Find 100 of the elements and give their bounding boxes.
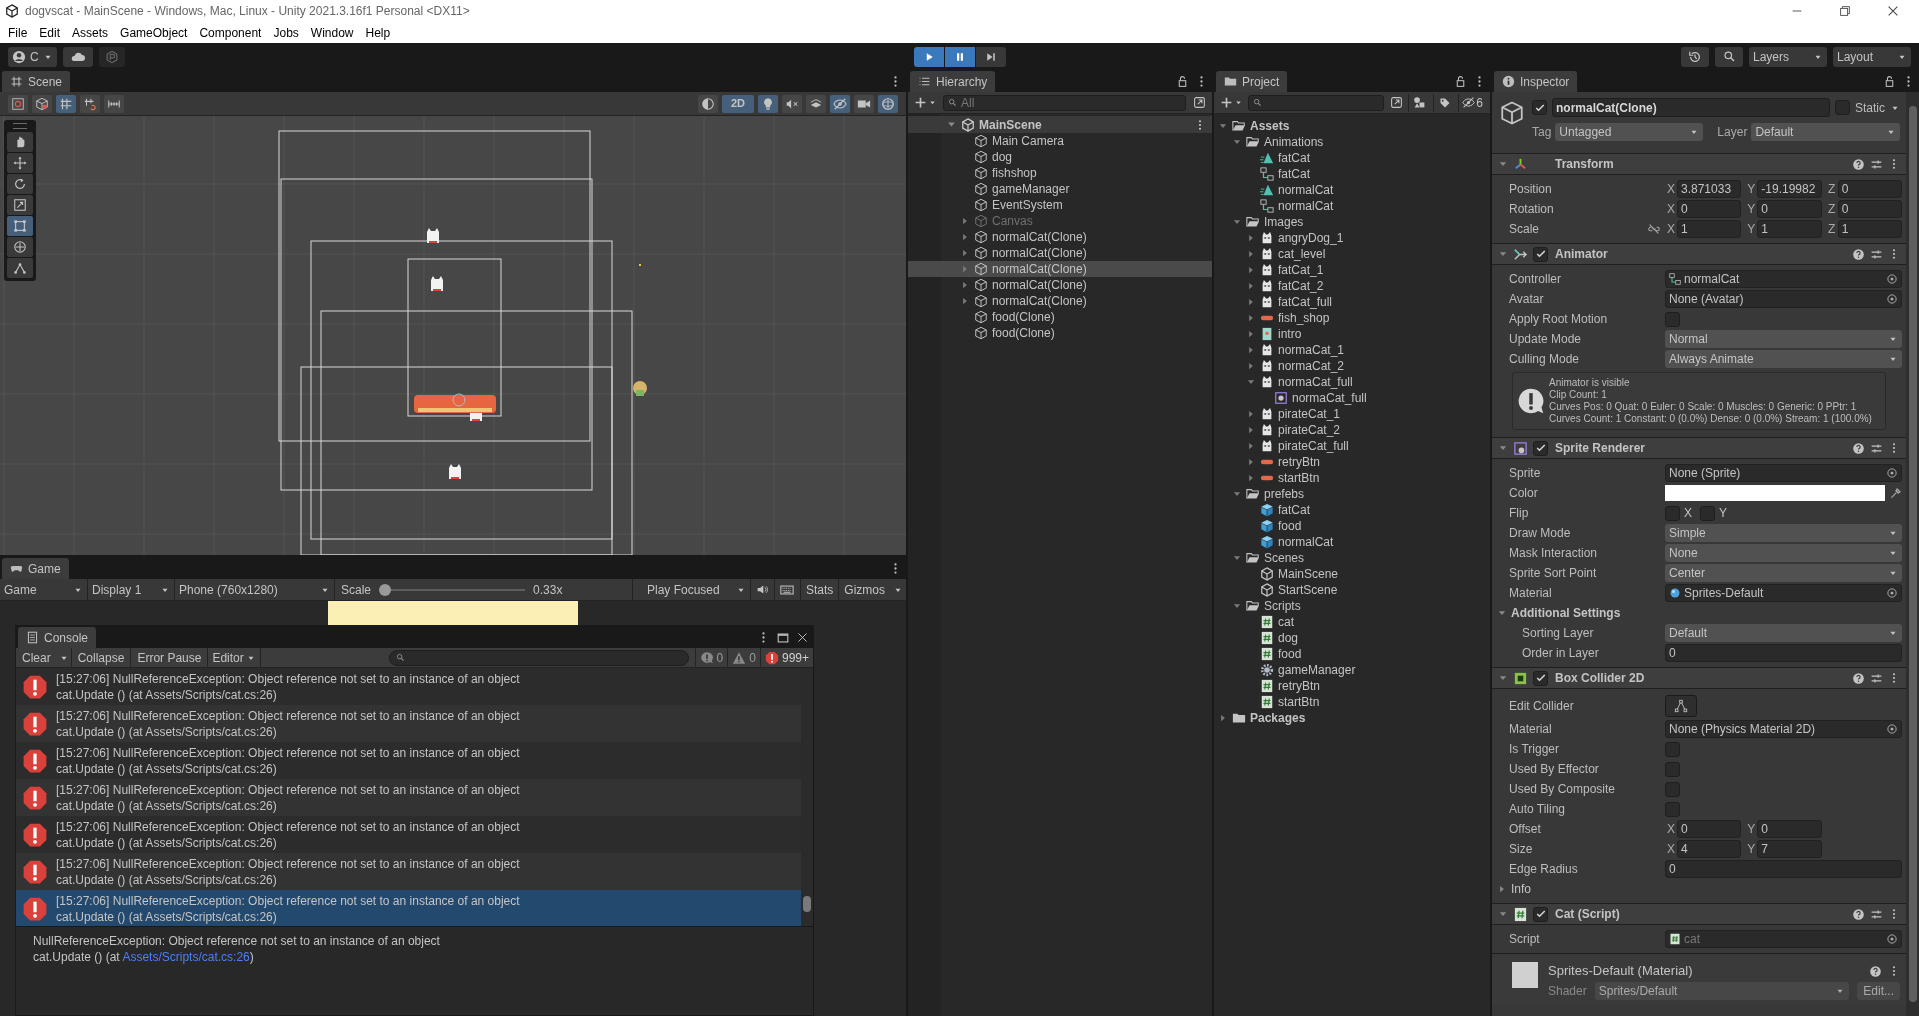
rect-tool-button[interactable]: [7, 216, 33, 236]
warning-count-toggle[interactable]: 0: [727, 648, 760, 667]
component-header[interactable]: Box Collider 2D: [1492, 667, 1906, 689]
number-field[interactable]: 7: [1757, 840, 1822, 858]
increment-snap-button[interactable]: [80, 94, 100, 113]
hierarchy-item[interactable]: normalCat(Clone): [908, 293, 1212, 309]
hierarchy-item[interactable]: fishshop: [908, 165, 1212, 181]
hidden-eye-button[interactable]: [830, 94, 850, 113]
object-picker-icon[interactable]: [1886, 293, 1898, 305]
menu-item[interactable]: Assets: [66, 23, 115, 42]
presets-icon[interactable]: [1870, 157, 1883, 171]
inspector-tab[interactable]: Inspector: [1494, 71, 1578, 92]
checkbox[interactable]: [1665, 801, 1680, 817]
enable-checkbox[interactable]: [1533, 670, 1548, 686]
component-header[interactable]: Sprite Renderer: [1492, 437, 1906, 459]
log-entry[interactable]: [15:27:06] NullReferenceException: Object reference not set to an instance of an object cat.Update () (at Assets/Scripts/cat.cs:26): [16, 742, 801, 779]
aspect-dropdown[interactable]: Phone (760x1280): [175, 579, 335, 600]
hierarchy-item[interactable]: Main Camera: [908, 133, 1212, 149]
lightbulb-button[interactable]: [758, 94, 778, 113]
dropdown[interactable]: Always Animate: [1665, 350, 1902, 368]
transform-tool-button[interactable]: [7, 237, 33, 257]
project-item[interactable]: fatCat: [1214, 166, 1490, 182]
project-item[interactable]: pirateCat_full: [1214, 438, 1490, 454]
number-field[interactable]: 0: [1757, 820, 1822, 838]
object-field[interactable]: None (Physics Material 2D): [1665, 720, 1902, 738]
project-tab[interactable]: Project: [1216, 71, 1288, 92]
project-item[interactable]: pirateCat_1: [1214, 406, 1490, 422]
log-entry[interactable]: [15:27:06] NullReferenceException: Object reference not set to an instance of an object cat.Update () (at Assets/Scripts/cat.cs:26): [16, 668, 801, 705]
active-checkbox[interactable]: [1532, 100, 1547, 115]
dropdown[interactable]: Default: [1665, 624, 1902, 642]
project-item[interactable]: MainScene: [1214, 566, 1490, 582]
help-icon[interactable]: [1852, 157, 1865, 171]
pause-button[interactable]: [944, 46, 975, 67]
hierarchy-item[interactable]: gameManager: [908, 181, 1212, 197]
scale-slider[interactable]: [379, 583, 526, 596]
menu-item[interactable]: Window: [304, 23, 360, 42]
layout-dropdown[interactable]: Layout: [1833, 46, 1911, 67]
stats-button[interactable]: Stats: [800, 579, 840, 600]
hierarchy-item[interactable]: normalCat(Clone): [908, 229, 1212, 245]
number-field[interactable]: 1: [1837, 220, 1902, 238]
maximize-icon[interactable]: [776, 630, 790, 645]
log-entry[interactable]: [15:27:06] NullReferenceException: Object reference not set to an instance of an object cat.Update () (at Assets/Scripts/cat.cs:26): [16, 816, 801, 853]
log-entry[interactable]: [15:27:06] NullReferenceException: Object reference not set to an instance of an object cat.Update () (at Assets/Scripts/cat.cs:26): [16, 779, 801, 816]
cloud-button[interactable]: [62, 46, 93, 67]
close-icon[interactable]: [1886, 4, 1900, 18]
project-item[interactable]: retryBtn: [1214, 454, 1490, 470]
camera-button[interactable]: [854, 94, 874, 113]
object-field[interactable]: normalCat: [1665, 270, 1902, 288]
checkbox[interactable]: [1665, 741, 1680, 757]
play-button[interactable]: [913, 46, 944, 67]
presets-icon[interactable]: [1870, 247, 1883, 261]
gizmos-button[interactable]: Gizmos: [839, 579, 890, 600]
search-field[interactable]: [1248, 94, 1385, 111]
hierarchy-item[interactable]: normalCat(Clone): [908, 277, 1212, 293]
log-entry[interactable]: [15:27:06] NullReferenceException: Object reference not set to an instance of an object cat.Update () (at Assets/Scripts/cat.cs:26): [16, 890, 801, 926]
color-swatch[interactable]: [1665, 485, 1885, 501]
close-icon[interactable]: [796, 631, 809, 644]
project-item[interactable]: normaCat_full: [1214, 390, 1490, 406]
editor-dropdown[interactable]: Editor: [208, 648, 261, 667]
edit-shader-button[interactable]: Edit...: [1857, 982, 1900, 1000]
layer-dropdown[interactable]: Default: [1751, 123, 1900, 141]
number-field[interactable]: 0: [1677, 820, 1742, 838]
shading-sphere-button[interactable]: [697, 94, 718, 113]
dropdown[interactable]: Simple: [1665, 524, 1902, 542]
hierarchy-item[interactable]: dog: [908, 149, 1212, 165]
menu-item[interactable]: Component: [193, 23, 268, 42]
effects-button[interactable]: [806, 94, 826, 113]
checkbox[interactable]: [1665, 781, 1680, 797]
number-field[interactable]: 4: [1677, 840, 1742, 858]
restore-icon[interactable]: [1838, 4, 1852, 18]
number-field[interactable]: 0: [1837, 180, 1902, 198]
audio-muted-button[interactable]: [782, 94, 802, 113]
hierarchy-item[interactable]: normalCat(Clone): [908, 261, 1212, 277]
search-field[interactable]: All: [943, 94, 1186, 111]
edit-collider-button[interactable]: [1665, 695, 1697, 717]
component-header[interactable]: Animator: [1492, 243, 1906, 265]
object-picker-icon[interactable]: [1886, 273, 1898, 285]
help-icon[interactable]: [1852, 671, 1865, 685]
toggle-button[interactable]: Collapse: [71, 648, 132, 667]
gizmo-globe-button[interactable]: [878, 94, 898, 113]
enable-checkbox[interactable]: [1533, 440, 1548, 456]
component-header[interactable]: Cat (Script): [1492, 903, 1906, 925]
hierarchy-item[interactable]: normalCat(Clone): [908, 245, 1212, 261]
dropdown[interactable]: Normal: [1665, 330, 1902, 348]
project-item[interactable]: food: [1214, 518, 1490, 534]
project-item[interactable]: Scenes: [1214, 550, 1490, 566]
project-item[interactable]: fatCat_full: [1214, 294, 1490, 310]
static-checkbox[interactable]: [1835, 100, 1850, 115]
dropdown[interactable]: None: [1665, 544, 1902, 562]
foldout-header[interactable]: Additional Settings: [1492, 603, 1906, 623]
dropdown[interactable]: Center: [1665, 564, 1902, 582]
project-item[interactable]: cat_level: [1214, 246, 1490, 262]
menu-item[interactable]: Edit: [33, 23, 67, 42]
scrollbar[interactable]: [1906, 92, 1919, 1016]
rotate-button[interactable]: [7, 174, 33, 194]
toggle-button[interactable]: 2D: [721, 94, 754, 113]
project-item[interactable]: normalCat: [1214, 182, 1490, 198]
log-entry[interactable]: [15:27:06] NullReferenceException: Object reference not set to an instance of an object cat.Update () (at Assets/Scripts/cat.cs:26): [16, 853, 801, 890]
number-field[interactable]: 3.871033: [1677, 180, 1742, 198]
project-item[interactable]: normaCat_1: [1214, 342, 1490, 358]
